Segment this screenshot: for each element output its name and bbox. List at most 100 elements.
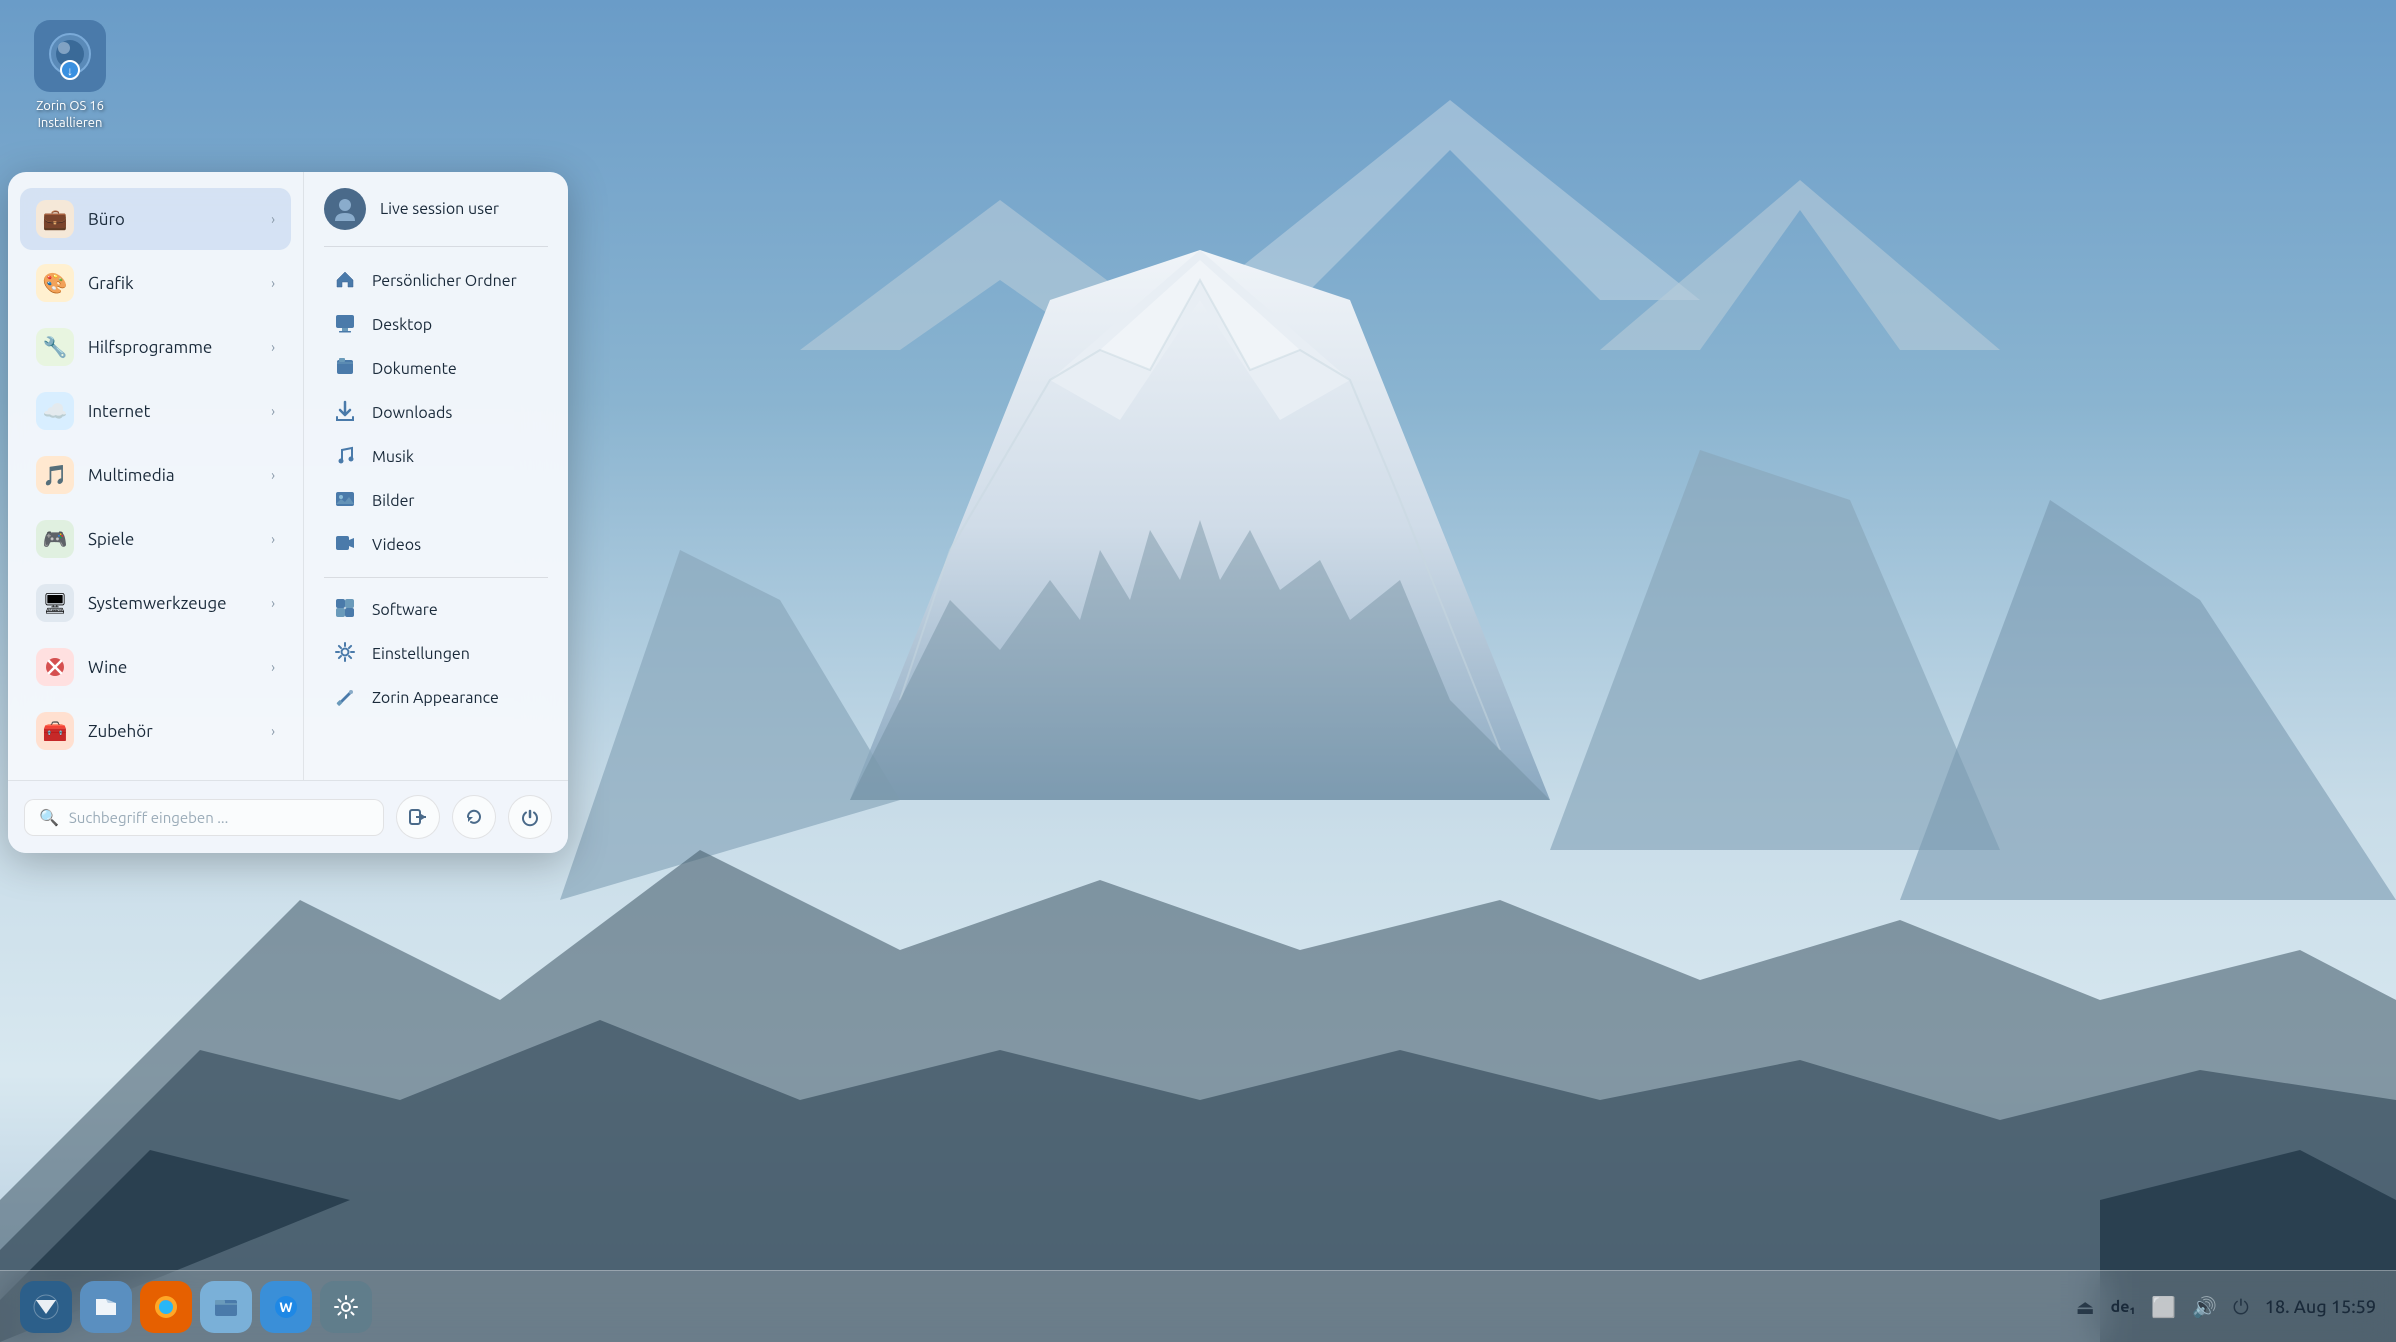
menu-right-panel: Live session user Persönlicher Ordner xyxy=(304,172,568,780)
appearance-icon xyxy=(332,685,358,711)
buero-arrow: › xyxy=(271,211,275,227)
internet-icon: ☁️ xyxy=(36,392,74,430)
documents-folder-label: Dokumente xyxy=(372,360,457,378)
category-item-wine[interactable]: Wine › xyxy=(20,636,291,698)
app-menu: 💼 Büro › 🎨 Grafik › 🔧 Hilfsprogramme › ☁… xyxy=(8,172,568,853)
language-indicator[interactable]: de₁ xyxy=(2111,1298,2136,1316)
appearance-label: Zorin Appearance xyxy=(372,689,499,707)
grafik-label: Grafik xyxy=(88,274,271,293)
category-item-spiele[interactable]: 🎮 Spiele › xyxy=(20,508,291,570)
software-label: Software xyxy=(372,601,438,619)
internet-label: Internet xyxy=(88,402,271,421)
zubehoer-icon: 🧰 xyxy=(36,712,74,750)
restart-button[interactable] xyxy=(452,795,496,839)
search-field[interactable]: 🔍 Suchbegriff eingeben ... xyxy=(24,799,384,836)
desktop-folder-icon xyxy=(332,312,358,338)
menu-bottom-bar: 🔍 Suchbegriff eingeben ... xyxy=(8,780,568,853)
wine-arrow: › xyxy=(271,659,275,675)
taskbar: W ⏏ de₁ ⬜ 🔊 ⏻ 18. Aug 15:59 xyxy=(0,1270,2396,1342)
system-appearance[interactable]: Zorin Appearance xyxy=(324,676,548,720)
spiele-icon: 🎮 xyxy=(36,520,74,558)
internet-arrow: › xyxy=(271,403,275,419)
hilfsprogramme-icon: 🔧 xyxy=(36,328,74,366)
svg-text:W: W xyxy=(279,1299,292,1315)
user-name-label: Live session user xyxy=(380,200,499,218)
folders-divider xyxy=(324,577,548,578)
software-icon xyxy=(332,597,358,623)
taskbar-file-manager[interactable] xyxy=(200,1281,252,1333)
zorin-install-icon-image: ↓ xyxy=(34,20,106,92)
pictures-folder-icon xyxy=(332,488,358,514)
spiele-arrow: › xyxy=(271,531,275,547)
buero-icon: 💼 xyxy=(36,200,74,238)
hilfsprogramme-label: Hilfsprogramme xyxy=(88,338,271,357)
desktop-icon-zorin-install[interactable]: ↓ Zorin OS 16 Installieren xyxy=(20,20,120,132)
menu-categories-panel: 💼 Büro › 🎨 Grafik › 🔧 Hilfsprogramme › ☁… xyxy=(8,172,304,780)
system-settings[interactable]: Einstellungen xyxy=(324,632,548,676)
user-avatar xyxy=(324,188,366,230)
folder-videos[interactable]: Videos xyxy=(324,523,548,567)
taskbar-software-center[interactable]: W xyxy=(260,1281,312,1333)
svg-text:↓: ↓ xyxy=(67,65,73,78)
folder-documents[interactable]: Dokumente xyxy=(324,347,548,391)
settings-icon xyxy=(332,641,358,667)
eject-icon[interactable]: ⏏ xyxy=(2076,1295,2095,1319)
home-folder-label: Persönlicher Ordner xyxy=(372,272,517,290)
logout-button[interactable] xyxy=(396,795,440,839)
category-item-zubehoer[interactable]: 🧰 Zubehör › xyxy=(20,700,291,762)
category-item-internet[interactable]: ☁️ Internet › xyxy=(20,380,291,442)
category-item-buero[interactable]: 💼 Büro › xyxy=(20,188,291,250)
desktop-icon-label: Zorin OS 16 Installieren xyxy=(36,98,104,132)
zubehoer-label: Zubehör xyxy=(88,722,271,741)
music-folder-label: Musik xyxy=(372,448,414,466)
folder-home[interactable]: Persönlicher Ordner xyxy=(324,259,548,303)
user-section: Live session user xyxy=(324,188,548,247)
videos-folder-label: Videos xyxy=(372,536,421,554)
search-icon: 🔍 xyxy=(39,808,59,827)
multimedia-arrow: › xyxy=(271,467,275,483)
spiele-label: Spiele xyxy=(88,530,271,549)
zubehoer-arrow: › xyxy=(271,723,275,739)
taskbar-settings[interactable] xyxy=(320,1281,372,1333)
documents-folder-icon xyxy=(332,356,358,382)
multimedia-icon: 🎵 xyxy=(36,456,74,494)
menu-main-content: 💼 Büro › 🎨 Grafik › 🔧 Hilfsprogramme › ☁… xyxy=(8,172,568,780)
search-placeholder: Suchbegriff eingeben ... xyxy=(69,809,228,826)
pictures-folder-label: Bilder xyxy=(372,492,415,510)
folder-downloads[interactable]: Downloads xyxy=(324,391,548,435)
desktop-folder-label: Desktop xyxy=(372,316,432,334)
wine-label: Wine xyxy=(88,658,271,677)
volume-icon[interactable]: 🔊 xyxy=(2192,1295,2217,1319)
category-item-multimedia[interactable]: 🎵 Multimedia › xyxy=(20,444,291,506)
music-folder-icon xyxy=(332,444,358,470)
power-button[interactable] xyxy=(508,795,552,839)
home-folder-icon xyxy=(332,268,358,294)
folder-pictures[interactable]: Bilder xyxy=(324,479,548,523)
taskbar-apps: W xyxy=(20,1281,2076,1333)
grafik-arrow: › xyxy=(271,275,275,291)
category-item-grafik[interactable]: 🎨 Grafik › xyxy=(20,252,291,314)
downloads-folder-label: Downloads xyxy=(372,404,452,422)
multimedia-label: Multimedia xyxy=(88,466,271,485)
taskbar-system-tray: ⏏ de₁ ⬜ 🔊 ⏻ 18. Aug 15:59 xyxy=(2076,1295,2376,1319)
wine-icon xyxy=(36,648,74,686)
folder-music[interactable]: Musik xyxy=(324,435,548,479)
taskbar-files[interactable] xyxy=(80,1281,132,1333)
settings-label: Einstellungen xyxy=(372,645,470,663)
hilfsprogramme-arrow: › xyxy=(271,339,275,355)
systemwerkzeuge-arrow: › xyxy=(271,595,275,611)
systemwerkzeuge-icon: 🖥 xyxy=(36,584,74,622)
videos-folder-icon xyxy=(332,532,358,558)
downloads-folder-icon xyxy=(332,400,358,426)
category-item-hilfsprogramme[interactable]: 🔧 Hilfsprogramme › xyxy=(20,316,291,378)
folder-desktop[interactable]: Desktop xyxy=(324,303,548,347)
grafik-icon: 🎨 xyxy=(36,264,74,302)
system-software[interactable]: Software xyxy=(324,588,548,632)
systemwerkzeuge-label: Systemwerkzeuge xyxy=(88,594,271,613)
window-icon[interactable]: ⬜ xyxy=(2151,1295,2176,1319)
datetime-display: 18. Aug 15:59 xyxy=(2265,1297,2376,1317)
power-tray-icon[interactable]: ⏻ xyxy=(2233,1295,2249,1319)
category-item-systemwerkzeuge[interactable]: 🖥 Systemwerkzeuge › xyxy=(20,572,291,634)
taskbar-firefox[interactable] xyxy=(140,1281,192,1333)
taskbar-zorin-menu[interactable] xyxy=(20,1281,72,1333)
